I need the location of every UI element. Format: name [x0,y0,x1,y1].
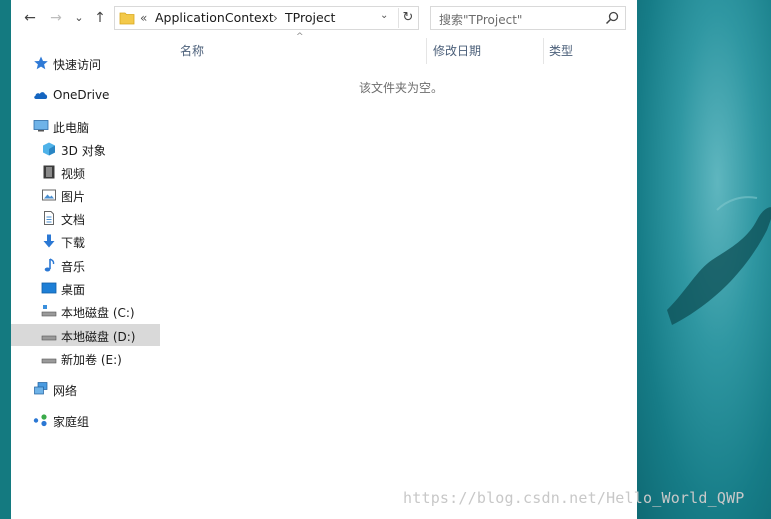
sidebar-item-label: 此电脑 [53,121,90,135]
sidebar-item-3d-objects[interactable]: 3D 对象 [11,138,160,160]
cube-icon [43,142,55,156]
picture-icon [42,189,56,201]
address-dropdown-button[interactable]: ⌄ [380,10,388,21]
sidebar-item-label: 3D 对象 [61,144,106,158]
sidebar-item-label: 网络 [53,384,78,398]
swimmer-silhouette [667,196,771,325]
cloud-icon [34,92,48,99]
sidebar-item-documents[interactable]: 文档 [11,207,160,229]
music-note-icon [44,258,55,272]
search-box[interactable]: 搜索"TProject" [430,6,626,30]
sidebar-item-label: 快速访问 [53,58,102,72]
column-header-name[interactable]: 名称 [180,42,204,59]
breadcrumb-separator[interactable]: › [273,10,278,26]
breadcrumb-tproject[interactable]: TProject [285,10,335,26]
sidebar-item-label: 视频 [61,167,86,181]
sidebar-item-this-pc[interactable]: 此电脑 [11,115,160,137]
sidebar-item-label: 桌面 [61,283,86,297]
refresh-button[interactable]: ↻ [398,8,417,28]
forward-button[interactable]: → [47,9,65,27]
column-divider[interactable] [426,38,427,64]
document-icon [44,211,54,225]
sidebar-item-label: 下载 [61,236,86,250]
sidebar-item-disk-c[interactable]: 本地磁盘 (C:) [11,300,160,322]
sidebar-item-label: 本地磁盘 (D:) [61,330,136,344]
recent-locations-button[interactable]: ⌄ [70,9,88,27]
sidebar-item-music[interactable]: 音乐 [11,254,160,276]
search-icon[interactable] [605,11,619,25]
column-header-type[interactable]: 类型 [549,42,573,59]
sidebar-item-desktop[interactable]: 桌面 [11,277,160,299]
desktop-icon [41,282,57,294]
sidebar-item-videos[interactable]: 视频 [11,161,160,183]
back-button[interactable]: ← [21,9,39,27]
sidebar-item-pictures[interactable]: 图片 [11,184,160,206]
sidebar-item-label: 家庭组 [53,415,90,429]
up-button[interactable]: ↑ [91,9,109,27]
sidebar-item-disk-d[interactable]: 本地磁盘 (D:) [11,324,160,346]
desktop-background-left [0,0,11,519]
homegroup-icon [33,414,47,427]
sidebar-item-label: 音乐 [61,260,86,274]
download-arrow-icon [43,234,55,248]
film-icon [43,165,55,179]
computer-icon [33,120,49,132]
column-header-modified[interactable]: 修改日期 [433,42,481,59]
folder-icon [119,12,135,25]
sidebar-item-onedrive[interactable]: OneDrive [11,84,160,106]
file-explorer-window: ← → ⌄ ↑ « ApplicationContext › TProject … [11,0,637,519]
drive-icon [41,335,57,341]
empty-folder-message: 该文件夹为空。 [359,81,444,95]
drive-icon [41,358,57,364]
sidebar-item-label: 图片 [61,190,86,204]
column-divider[interactable] [543,38,544,64]
sidebar-item-homegroup[interactable]: 家庭组 [11,409,160,431]
watermark: https://blog.csdn.net/Hello_World_QWP [403,489,745,507]
address-overflow[interactable]: « [140,10,147,26]
sort-indicator: ^ [296,32,304,42]
desktop-background-right [637,0,771,519]
network-icon [34,382,48,395]
sidebar-item-quick-access[interactable]: 快速访问 [11,52,160,74]
sidebar-item-label: 本地磁盘 (C:) [61,306,135,320]
sidebar-item-network[interactable]: 网络 [11,378,160,400]
breadcrumb-applicationcontext[interactable]: ApplicationContext [155,10,274,26]
address-bar[interactable]: « ApplicationContext › TProject ⌄ ↻ [114,6,419,30]
sidebar-item-label: 新加卷 (E:) [61,353,122,367]
sidebar-item-disk-e[interactable]: 新加卷 (E:) [11,347,160,369]
sidebar-item-downloads[interactable]: 下载 [11,230,160,252]
sidebar-item-label: 文档 [61,213,86,227]
search-input[interactable]: 搜索"TProject" [439,11,522,28]
star-icon [34,56,48,70]
system-drive-icon [41,305,57,317]
sidebar-item-label: OneDrive [53,88,110,102]
